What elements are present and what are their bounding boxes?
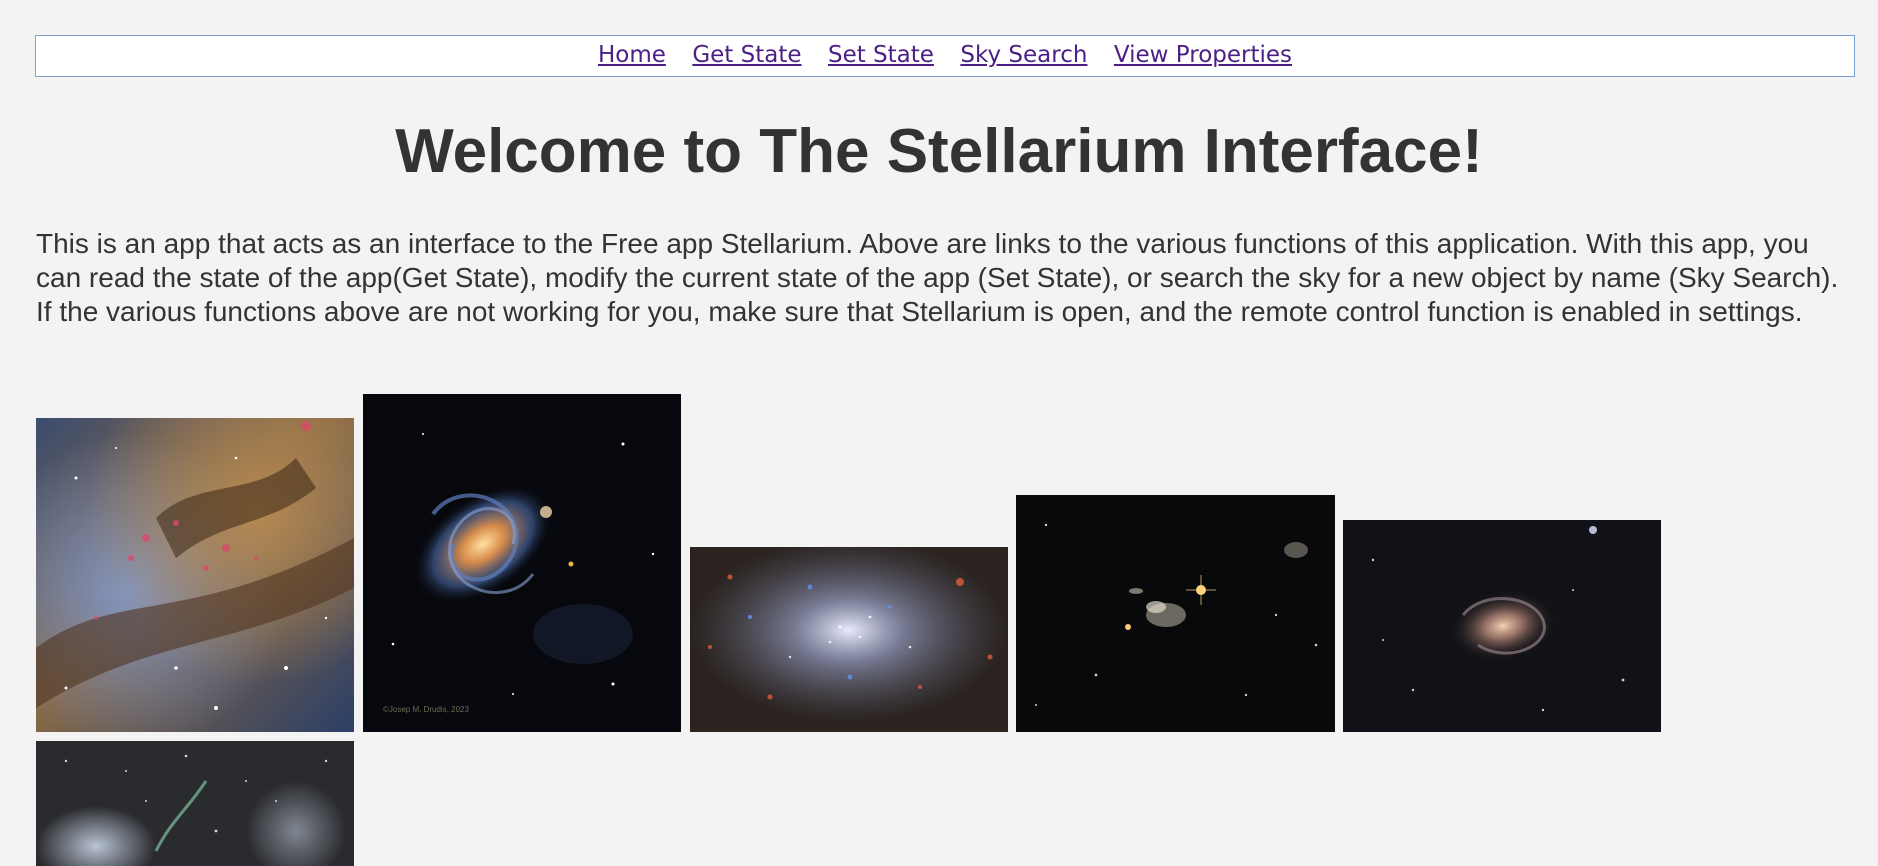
galaxy-group-image xyxy=(1016,495,1335,732)
top-navigation: Home Get State Set State Sky Search View… xyxy=(35,35,1855,77)
nav-link-home[interactable]: Home xyxy=(598,42,666,68)
globular-cluster-image xyxy=(690,547,1008,732)
nav-link-sky-search[interactable]: Sky Search xyxy=(960,42,1087,68)
image-credit-text: ©Josep M. Drudis, 2023 xyxy=(383,705,469,714)
nav-link-get-state[interactable]: Get State xyxy=(692,42,801,68)
nebula-dust-clouds-image xyxy=(36,418,354,732)
nav-link-view-properties[interactable]: View Properties xyxy=(1114,42,1292,68)
nav-link-set-state[interactable]: Set State xyxy=(828,42,934,68)
barred-spiral-galaxy-image xyxy=(1343,520,1661,732)
intro-paragraph: This is an app that acts as an interface… xyxy=(36,228,1839,327)
comet-starfield-image xyxy=(36,741,354,866)
spiral-galaxy-image: ©Josep M. Drudis, 2023 xyxy=(363,394,681,732)
page-title: Welcome to The Stellarium Interface! xyxy=(395,117,1483,186)
